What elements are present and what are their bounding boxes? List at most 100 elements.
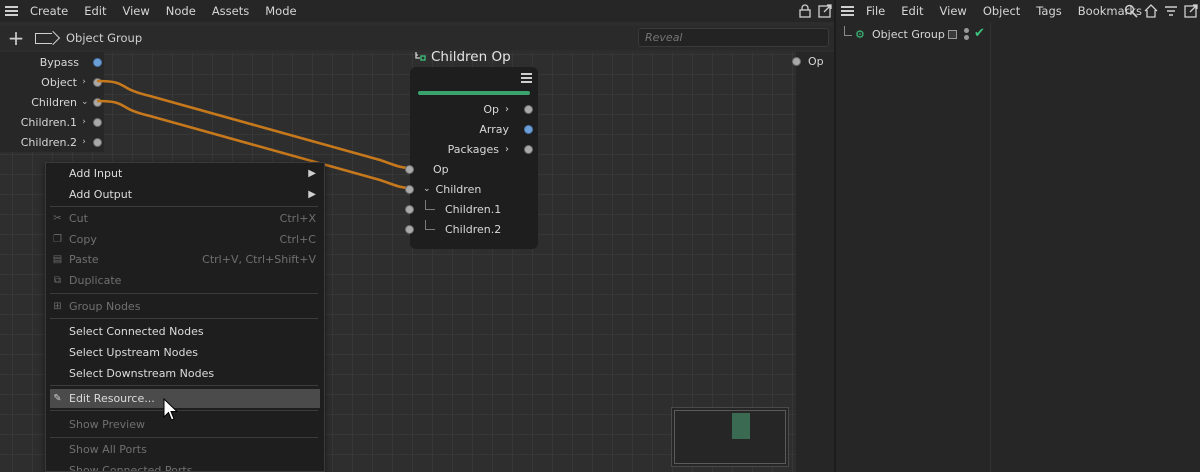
port-dot[interactable] — [93, 117, 102, 127]
lock-icon[interactable] — [798, 4, 812, 18]
menu-mode[interactable]: Mode — [257, 0, 304, 22]
port-dot[interactable] — [524, 104, 533, 114]
chevron-down-icon[interactable]: ⌄ — [423, 184, 431, 194]
object-list[interactable]: ⚙ Object Group ✔ — [836, 22, 1200, 472]
menu-edit-resource[interactable]: ✎ Edit Resource... — [50, 389, 320, 408]
submenu-arrow-icon: ▶ — [308, 189, 316, 200]
menu-cut[interactable]: ✂ Cut Ctrl+X — [50, 209, 320, 228]
port-children-2[interactable]: Children.2 › — [21, 132, 102, 152]
port-bypass[interactable]: Bypass — [40, 52, 102, 72]
menu-create[interactable]: Create — [22, 0, 76, 22]
menu-tags[interactable]: Tags — [1028, 0, 1069, 22]
output-op[interactable]: Op › — [483, 99, 533, 119]
minimap[interactable] — [671, 407, 789, 467]
node-status-bar — [418, 91, 530, 95]
chevron-right-icon[interactable]: › — [81, 77, 87, 87]
group-output-ports: Op — [792, 52, 834, 472]
node-editor-menubar: Create Edit View Node Assets Mode — [0, 0, 834, 22]
menu-view[interactable]: View — [932, 0, 975, 22]
search-icon[interactable] — [1124, 4, 1138, 18]
port-dot[interactable] — [405, 224, 414, 234]
menu-paste[interactable]: ▤ Paste Ctrl+V, Ctrl+Shift+V — [50, 250, 320, 269]
port-dot[interactable] — [792, 57, 801, 66]
object-manager-menubar: File Edit View Object Tags Bookmarks — [836, 0, 1200, 22]
duplicate-icon: ⧉ — [53, 275, 62, 286]
mouse-cursor-icon — [163, 398, 179, 421]
context-menu: Add Input ▶ Add Output ▶ ✂ Cut Ctrl+X ❐ … — [45, 162, 325, 472]
tree-branch — [844, 26, 852, 36]
menu-separator — [50, 437, 318, 438]
chevron-right-icon[interactable]: › — [505, 144, 509, 155]
port-children[interactable]: Children ⌄ — [31, 92, 102, 112]
menu-show-preview[interactable]: Show Preview — [50, 415, 320, 434]
add-node-button[interactable]: + — [5, 27, 27, 49]
chevron-down-icon[interactable]: ⌄ — [81, 97, 89, 107]
home-icon[interactable] — [1144, 4, 1158, 18]
port-dot[interactable] — [93, 57, 102, 67]
chevron-right-icon[interactable]: › — [81, 137, 87, 147]
breadcrumb[interactable]: Object Group — [66, 31, 142, 45]
menu-separator — [50, 293, 318, 294]
gear-icon: ⚙ — [855, 28, 865, 41]
input-children[interactable]: ⌄ Children — [405, 179, 481, 199]
port-children-1[interactable]: Children.1 › — [21, 112, 102, 132]
menu-select-downstream[interactable]: Select Downstream Nodes — [50, 364, 320, 383]
column-divider[interactable] — [990, 22, 991, 472]
minimap-node-marker — [732, 413, 750, 439]
port-dot[interactable] — [405, 164, 414, 174]
copy-icon: ❐ — [53, 234, 62, 245]
port-dot[interactable] — [524, 144, 533, 154]
menu-node[interactable]: Node — [158, 0, 204, 22]
menu-group-nodes[interactable]: ⊞ Group Nodes — [50, 297, 320, 316]
object-row[interactable]: ⚙ Object Group ✔ — [836, 24, 990, 44]
output-array[interactable]: Array — [479, 119, 533, 139]
node-menu-icon[interactable] — [521, 73, 532, 84]
chevron-right-icon[interactable]: › — [81, 117, 87, 127]
input-op[interactable]: Op — [405, 159, 449, 179]
menu-select-connected[interactable]: Select Connected Nodes — [50, 322, 320, 341]
minimap-viewport[interactable] — [674, 410, 786, 464]
menu-show-all-ports[interactable]: Show All Ports — [50, 440, 320, 459]
menu-object[interactable]: Object — [975, 0, 1028, 22]
hamburger-menu-icon[interactable] — [836, 0, 858, 22]
port-dot[interactable] — [524, 124, 533, 134]
port-object[interactable]: Object › — [41, 72, 102, 92]
node-title[interactable]: Children Op — [414, 49, 511, 65]
menu-view[interactable]: View — [115, 0, 158, 22]
menu-add-output[interactable]: Add Output ▶ — [50, 185, 320, 204]
menu-add-input[interactable]: Add Input ▶ — [50, 164, 320, 183]
output-packages[interactable]: Packages › — [448, 139, 533, 159]
menu-assets[interactable]: Assets — [204, 0, 257, 22]
reveal-search-input[interactable] — [638, 28, 829, 47]
checkmark-icon[interactable]: ✔ — [974, 26, 985, 41]
layer-square-icon[interactable] — [948, 30, 957, 39]
port-dot[interactable] — [405, 184, 414, 194]
submenu-arrow-icon: ▶ — [308, 168, 316, 179]
node-type-icon — [415, 51, 426, 61]
tag-icon[interactable] — [35, 32, 52, 44]
menu-edit[interactable]: Edit — [893, 0, 931, 22]
port-dot[interactable] — [93, 77, 102, 87]
open-window-icon[interactable] — [818, 4, 832, 18]
input-children-2[interactable]: Children.2 — [405, 219, 501, 239]
visibility-dots-icon[interactable] — [964, 28, 969, 42]
chevron-right-icon[interactable]: › — [505, 104, 509, 115]
menu-select-upstream[interactable]: Select Upstream Nodes — [50, 343, 320, 362]
scissors-icon: ✂ — [53, 213, 62, 224]
input-children-1[interactable]: Children.1 — [405, 199, 501, 219]
port-dot[interactable] — [93, 137, 102, 147]
menu-duplicate[interactable]: ⧉ Duplicate — [50, 271, 320, 290]
menu-copy[interactable]: ❐ Copy Ctrl+C — [50, 230, 320, 249]
filter-icon[interactable] — [1164, 4, 1178, 18]
pencil-icon: ✎ — [53, 393, 62, 404]
open-window-icon[interactable] — [1184, 4, 1198, 18]
hamburger-menu-icon[interactable] — [0, 0, 22, 22]
port-dot[interactable] — [405, 204, 414, 214]
object-manager-panel: File Edit View Object Tags Bookmarks ⚙ O… — [834, 0, 1200, 472]
menu-edit[interactable]: Edit — [76, 0, 114, 22]
menu-file[interactable]: File — [858, 0, 893, 22]
menu-show-connected-ports[interactable]: Show Connected Ports — [50, 461, 320, 471]
node-editor-panel: Create Edit View Node Assets Mode + Obje… — [0, 0, 834, 472]
children-op-node[interactable]: Op › Array Packages › Op ⌄ Children Chil… — [405, 67, 538, 249]
port-dot[interactable] — [93, 97, 102, 107]
